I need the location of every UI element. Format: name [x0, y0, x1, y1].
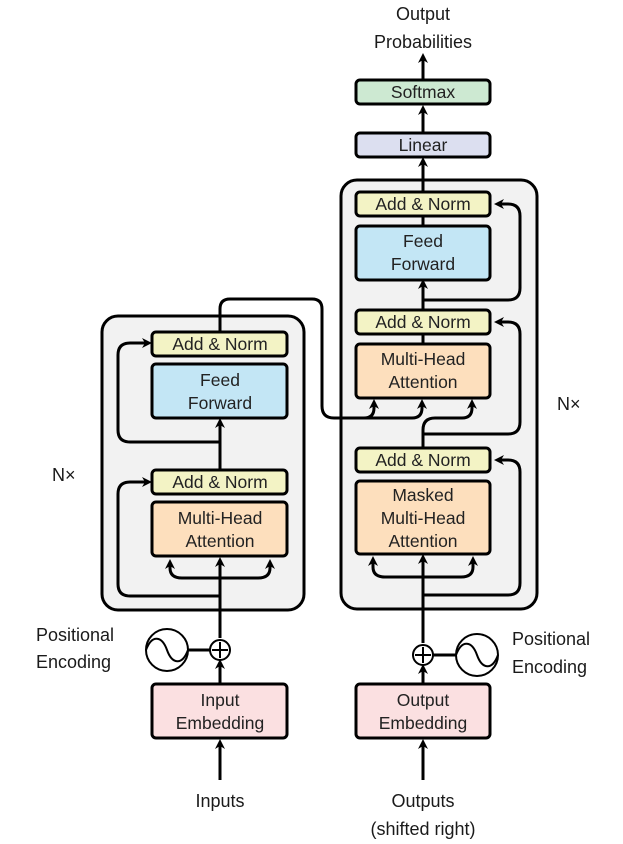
decoder-nx-label: N× — [557, 394, 581, 414]
dec-pe-label-1: Positional — [512, 629, 590, 649]
linear-label: Linear — [399, 135, 448, 155]
transformer-diagram: Add & Norm Feed Forward Add & Norm Multi… — [36, 4, 590, 839]
enc-ff-label-1: Feed — [200, 370, 240, 390]
enc-ff-label-2: Forward — [188, 393, 252, 413]
output-embedding-label-1: Output — [397, 690, 450, 710]
outputs-label-2: (shifted right) — [370, 819, 475, 839]
softmax-label: Softmax — [391, 82, 455, 102]
dec-masked-label-1: Masked — [392, 485, 453, 505]
output-probabilities-label-2: Probabilities — [374, 32, 472, 52]
enc-add-norm-top-label: Add & Norm — [172, 334, 267, 354]
outputs-label-1: Outputs — [391, 791, 454, 811]
dec-add-norm-mid-label: Add & Norm — [375, 312, 470, 332]
encoder-stack — [100, 314, 306, 612]
enc-add-norm-bottom-label: Add & Norm — [172, 472, 267, 492]
enc-pe-label-2: Encoding — [36, 652, 111, 672]
dec-ff-label-1: Feed — [403, 231, 443, 251]
dec-ff-label-2: Forward — [391, 254, 455, 274]
dec-masked-label-3: Attention — [388, 531, 457, 551]
input-embedding-label-1: Input — [201, 690, 240, 710]
enc-attn-label-2: Attention — [185, 531, 254, 551]
encoder-nx-label: N× — [52, 465, 76, 485]
output-probabilities-label-1: Output — [396, 4, 450, 24]
input-embedding-label-2: Embedding — [176, 713, 265, 733]
output-embedding-label-2: Embedding — [379, 713, 468, 733]
enc-pe-label-1: Positional — [36, 625, 114, 645]
dec-pe-label-2: Encoding — [512, 657, 587, 677]
dec-cross-attn-label-1: Multi-Head — [381, 349, 466, 369]
inputs-label: Inputs — [195, 791, 244, 811]
enc-attn-label-1: Multi-Head — [178, 508, 263, 528]
dec-add-norm-bottom-label: Add & Norm — [375, 450, 470, 470]
dec-cross-attn-label-2: Attention — [388, 372, 457, 392]
dec-masked-label-2: Multi-Head — [381, 508, 466, 528]
dec-add-norm-top-label: Add & Norm — [375, 194, 470, 214]
